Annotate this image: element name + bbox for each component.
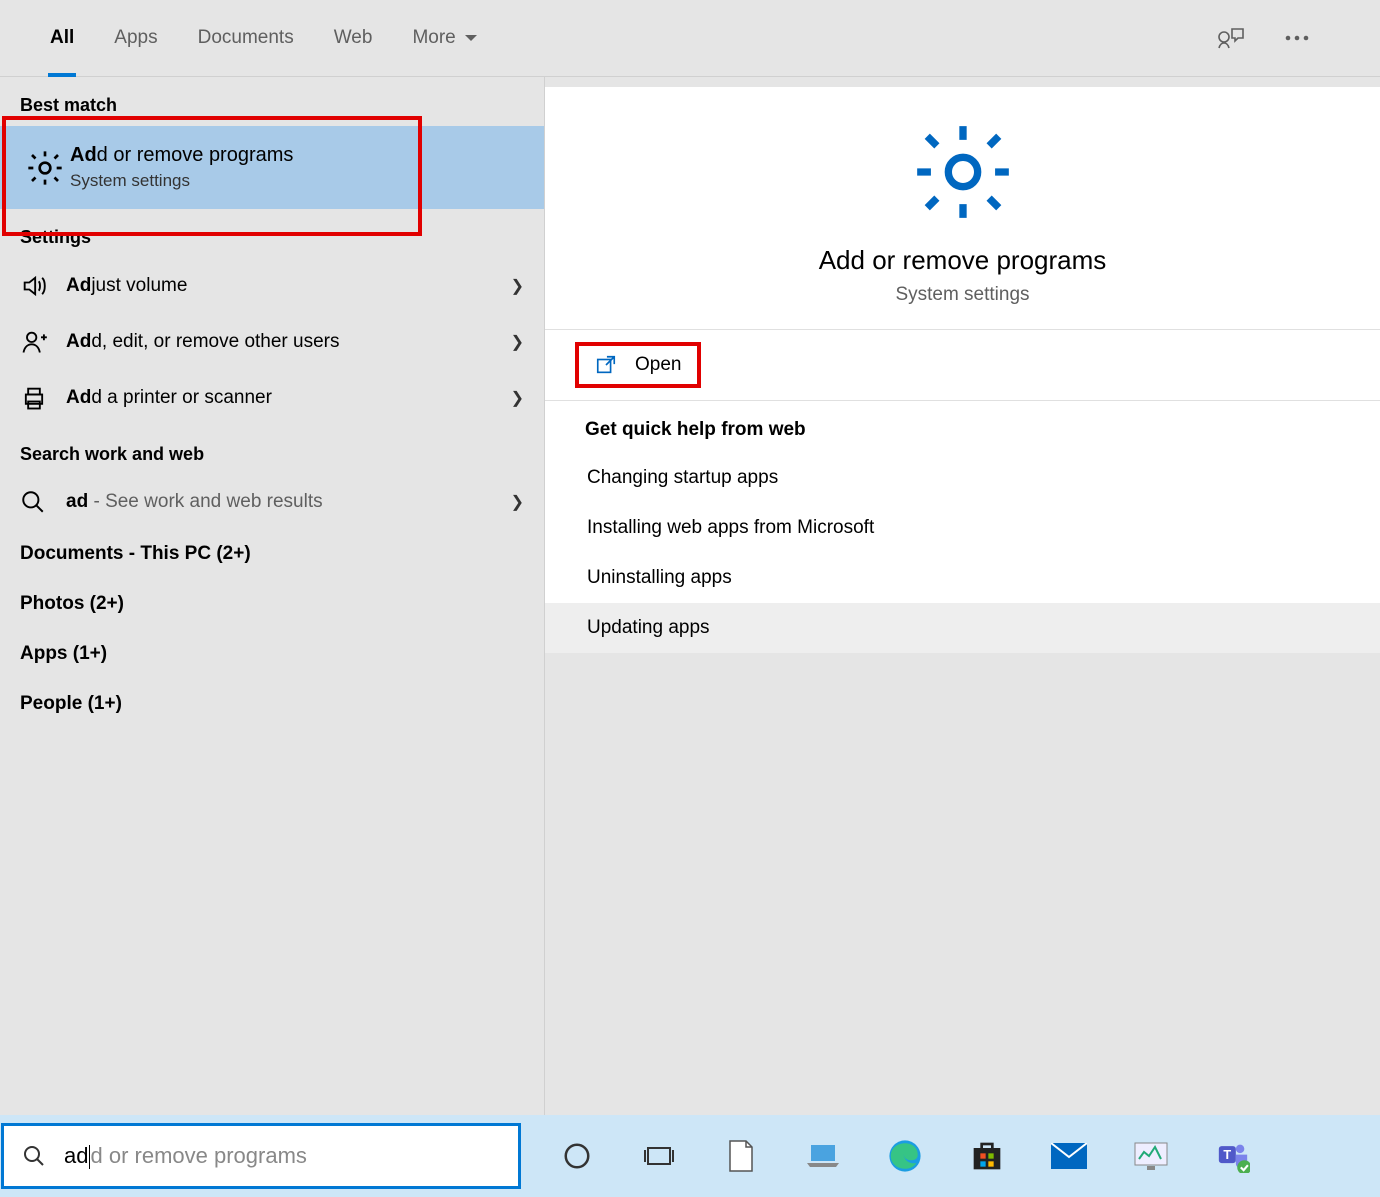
best-match-result[interactable]: Add or remove programs System settings	[0, 126, 544, 209]
preview-panel: Add or remove programs System settings O…	[544, 77, 1380, 1115]
help-link-update[interactable]: Updating apps	[545, 603, 1380, 653]
category-apps[interactable]: Apps (1+)	[0, 629, 544, 679]
tab-web[interactable]: Web	[314, 0, 393, 76]
open-icon	[595, 354, 617, 376]
category-photos[interactable]: Photos (2+)	[0, 579, 544, 629]
help-link-startup[interactable]: Changing startup apps	[585, 453, 1340, 503]
result-text: Adjust volume	[66, 275, 511, 297]
more-options-icon[interactable]	[1284, 34, 1310, 42]
best-match-subtitle: System settings	[70, 171, 293, 191]
chevron-right-icon: ❯	[511, 388, 524, 408]
settings-result-users[interactable]: Add, edit, or remove other users ❯	[0, 314, 544, 370]
task-view-icon[interactable]	[640, 1137, 678, 1175]
gear-icon	[20, 148, 70, 188]
results-panel: Best match Add or remove programs System…	[0, 77, 544, 1115]
web-result[interactable]: ad - See work and web results ❯	[0, 475, 544, 529]
open-button[interactable]: Open	[577, 344, 699, 386]
preview-header: Add or remove programs System settings	[545, 87, 1380, 329]
help-link-install[interactable]: Installing web apps from Microsoft	[585, 503, 1340, 553]
chevron-right-icon: ❯	[511, 276, 524, 296]
settings-result-printer[interactable]: Add a printer or scanner ❯	[0, 370, 544, 426]
gear-icon	[545, 117, 1380, 227]
best-match-title: Add or remove programs	[70, 144, 293, 167]
taskbar-app-document[interactable]	[722, 1137, 760, 1175]
search-ghost-text: d or remove programs	[90, 1143, 306, 1169]
tab-documents[interactable]: Documents	[178, 0, 314, 76]
taskbar-app-laptop[interactable]	[804, 1137, 842, 1175]
tab-more-label: More	[412, 27, 455, 49]
taskbar-app-monitor[interactable]	[1132, 1137, 1170, 1175]
taskbar-app-edge[interactable]	[886, 1137, 924, 1175]
taskbar: add or remove programs T	[0, 1115, 1380, 1197]
result-text: ad - See work and web results	[66, 491, 511, 513]
printer-icon	[20, 384, 66, 412]
category-people[interactable]: People (1+)	[0, 679, 544, 729]
cortana-icon[interactable]	[558, 1137, 596, 1175]
quick-help-title: Get quick help from web	[585, 419, 1340, 453]
settings-result-volume[interactable]: Adjust volume ❯	[0, 258, 544, 314]
add-user-icon	[20, 328, 66, 356]
best-match-label: Best match	[0, 77, 544, 126]
result-text: Add a printer or scanner	[66, 387, 511, 409]
taskbar-search-input[interactable]: add or remove programs	[4, 1126, 518, 1186]
taskbar-app-store[interactable]	[968, 1137, 1006, 1175]
chevron-right-icon: ❯	[511, 492, 524, 512]
volume-icon	[20, 272, 66, 300]
chevron-down-icon	[464, 33, 478, 43]
tab-apps[interactable]: Apps	[94, 0, 177, 76]
search-icon	[20, 489, 66, 515]
open-label: Open	[635, 354, 681, 376]
svg-text:T: T	[1223, 1147, 1231, 1162]
tab-all[interactable]: All	[30, 0, 94, 76]
result-text: Add, edit, or remove other users	[66, 331, 511, 353]
preview-subtitle: System settings	[545, 284, 1380, 306]
help-link-uninstall[interactable]: Uninstalling apps	[585, 553, 1340, 603]
chevron-right-icon: ❯	[511, 332, 524, 352]
search-scope-tabs: All Apps Documents Web More	[0, 0, 1380, 77]
taskbar-app-teams[interactable]: T	[1214, 1137, 1252, 1175]
search-web-label: Search work and web	[0, 426, 544, 475]
tab-more[interactable]: More	[392, 0, 497, 76]
taskbar-app-mail[interactable]	[1050, 1137, 1088, 1175]
search-typed-text: ad	[64, 1143, 90, 1169]
settings-label: Settings	[0, 209, 544, 258]
feedback-icon[interactable]	[1216, 25, 1244, 51]
preview-title: Add or remove programs	[545, 245, 1380, 276]
category-documents[interactable]: Documents - This PC (2+)	[0, 529, 544, 579]
search-icon	[22, 1144, 46, 1168]
